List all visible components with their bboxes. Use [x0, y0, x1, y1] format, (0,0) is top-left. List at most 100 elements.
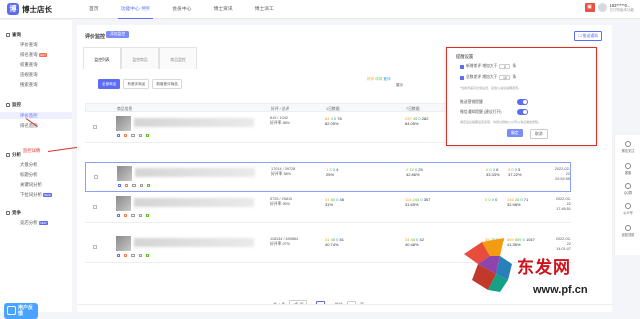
watermark-text: 东发网 [517, 258, 571, 278]
popup-note-2: 绑定后台提醒设置选项，将通过微信公众号以消息推送通知。 [460, 120, 542, 124]
alert-icon[interactable] [124, 214, 128, 218]
copy-icon[interactable] [145, 214, 149, 218]
avatar[interactable] [597, 3, 607, 12]
qq-group[interactable]: QQ群 [621, 183, 635, 195]
stat-1day: 1 3 0 4 25% [326, 167, 339, 177]
filter-new-bad[interactable]: 新增差评商品 [152, 79, 182, 89]
nav-home[interactable]: 首页 [78, 0, 110, 19]
bottom-strip [77, 304, 612, 312]
new-bad-row: 新增差评 增加大于 0 条 [460, 64, 516, 69]
row-checkbox[interactable] [93, 205, 97, 209]
product-title-blurred[interactable] [134, 118, 254, 127]
sidebar-section-query: 查询 [6, 32, 21, 38]
copy-icon[interactable] [145, 254, 149, 258]
tab-monitor-list[interactable]: 监控列表 [83, 47, 121, 69]
settings-icon[interactable] [138, 214, 142, 218]
wechat-toggle[interactable] [517, 109, 528, 115]
sidebar-section-compete: 竞争 [6, 210, 21, 216]
monitor-icon [6, 103, 10, 107]
row-checkbox[interactable] [93, 125, 97, 129]
confirm-button[interactable]: 确定 [507, 129, 523, 137]
sidebar-item-review-query[interactable]: 评价查询 [20, 42, 38, 48]
detail-icon[interactable] [117, 134, 121, 138]
total-bad-input[interactable]: 10 [499, 75, 511, 80]
tab-product-monitor[interactable]: 商品监控 [159, 47, 197, 69]
product-title-blurred[interactable] [135, 168, 255, 177]
new-bad-checkbox[interactable] [460, 64, 464, 69]
total-bad-checkbox[interactable] [460, 75, 464, 80]
right-float-bar: 微信关注 客服 QQ群 公众号 返回顶部 [614, 135, 640, 255]
feedback-button[interactable]: 用户反馈 [4, 303, 38, 319]
wechat-follow[interactable]: 微信关注 [621, 141, 635, 153]
back-to-top[interactable]: 返回顶部 [621, 225, 635, 237]
settings-icon[interactable] [138, 254, 142, 258]
added-time: 2022-02-22 14:01:07 [555, 237, 571, 251]
star-icon[interactable] [131, 254, 135, 258]
table-row[interactable]: 5725 / 25810 好评率 95% 31 80 0 48 31% 113 24… [85, 193, 571, 223]
product-thumbnail[interactable] [117, 166, 132, 181]
product-title-blurred[interactable] [134, 238, 254, 247]
product-thumbnail[interactable] [116, 236, 131, 251]
legend-good: 好评 [367, 77, 375, 81]
row-checkbox[interactable] [93, 245, 97, 249]
sidebar-item-search-query[interactable]: 搜索查询 [20, 82, 38, 88]
sidebar-item-keyword-analysis[interactable]: 关键词分析 [20, 182, 42, 188]
good-total: 17014 / 39728 好评率 58% [271, 167, 296, 176]
stat-1day: 31 80 0 48 31% [325, 197, 344, 207]
customer-service[interactable]: 客服 [621, 163, 635, 175]
nav-feature-center[interactable]: 功能中心 NEW [110, 0, 162, 19]
push-marketing-toggle[interactable] [517, 99, 528, 105]
star-icon[interactable] [132, 184, 136, 188]
added-time: 2022-02-22 02:52:55 [554, 167, 570, 181]
product-thumbnail[interactable] [116, 196, 131, 211]
sidebar-item-weight-query[interactable]: 权重查询 [20, 62, 38, 68]
sidebar-item-rank-query[interactable]: 排名查询 HOT [20, 52, 47, 58]
settings-icon[interactable] [139, 184, 143, 188]
sidebar-item-violation-query[interactable]: 违规查询 [20, 72, 38, 78]
table-row[interactable]: 17014 / 39728 好评率 58% 1 3 0 4 25% 0 12 0 2… [85, 162, 571, 192]
new-bad-input[interactable]: 0 [499, 64, 511, 69]
sidebar-item-title-analysis[interactable]: 标题分析 [20, 172, 38, 178]
logo[interactable]: 博 博士店长 [7, 3, 52, 15]
row-checkbox[interactable] [94, 175, 98, 179]
filter-all[interactable]: 全部商品 [98, 79, 121, 89]
copy-icon[interactable] [146, 184, 150, 188]
push-notify-button[interactable]: ☐ 推送通知 [574, 31, 602, 41]
filter-has-bad[interactable]: 有差评商品 [123, 79, 150, 89]
row-actions [117, 214, 149, 218]
sidebar-item-review-monitor[interactable]: 评价监控 [20, 113, 38, 119]
alert-icon[interactable] [124, 254, 128, 258]
nav-dispatch[interactable]: 博士派工 [244, 0, 285, 19]
add-monitor-button[interactable]: 添加监控 [106, 31, 130, 38]
detail-icon[interactable] [117, 214, 121, 218]
sidebar-item-market[interactable]: 大盘分析 [20, 162, 38, 168]
user-info[interactable]: 183*****0... 已订购版本功能 [610, 3, 635, 12]
sidebar-item-competitor[interactable]: 竞店分析 NEW [20, 220, 48, 226]
official-account[interactable]: 公众号 [621, 203, 635, 215]
wechat-icon [625, 141, 631, 147]
nav-member-center[interactable]: 会员中心 [161, 0, 202, 19]
nav-news[interactable]: 博士资讯 [202, 0, 243, 19]
sidebar-item-dropdown-analysis[interactable]: 下拉词分析 NEW [20, 192, 52, 198]
product-title-blurred[interactable] [134, 198, 254, 207]
alert-icon[interactable] [124, 134, 128, 138]
detail-icon[interactable] [117, 254, 121, 258]
gift-icon[interactable]: ▣ [584, 3, 595, 12]
user-area: ▣ 183*****0... 已订购版本功能 [584, 3, 635, 12]
sidebar-section-monitor: 监控 [6, 102, 21, 108]
stat-total: 5 0 0 5 37.22% [508, 167, 522, 177]
star-icon[interactable] [131, 214, 135, 218]
alert-icon[interactable] [125, 184, 129, 188]
star-icon[interactable] [131, 134, 135, 138]
copy-icon[interactable] [145, 134, 149, 138]
logo-text: 博士店长 [22, 4, 52, 14]
settings-icon[interactable] [138, 134, 142, 138]
watermark-url: www.pf.cn [533, 284, 588, 296]
stat-1day: 84 4 0 78 82.05% [325, 116, 342, 126]
product-thumbnail[interactable] [116, 116, 131, 131]
logo-icon: 博 [7, 3, 19, 15]
detail-icon[interactable] [118, 184, 122, 188]
tab-monitor-products[interactable]: 监控商品 [121, 47, 159, 69]
cancel-button[interactable]: 取消 [530, 129, 548, 139]
main-nav: 首页 功能中心 NEW 会员中心 博士资讯 博士派工 [78, 0, 285, 19]
